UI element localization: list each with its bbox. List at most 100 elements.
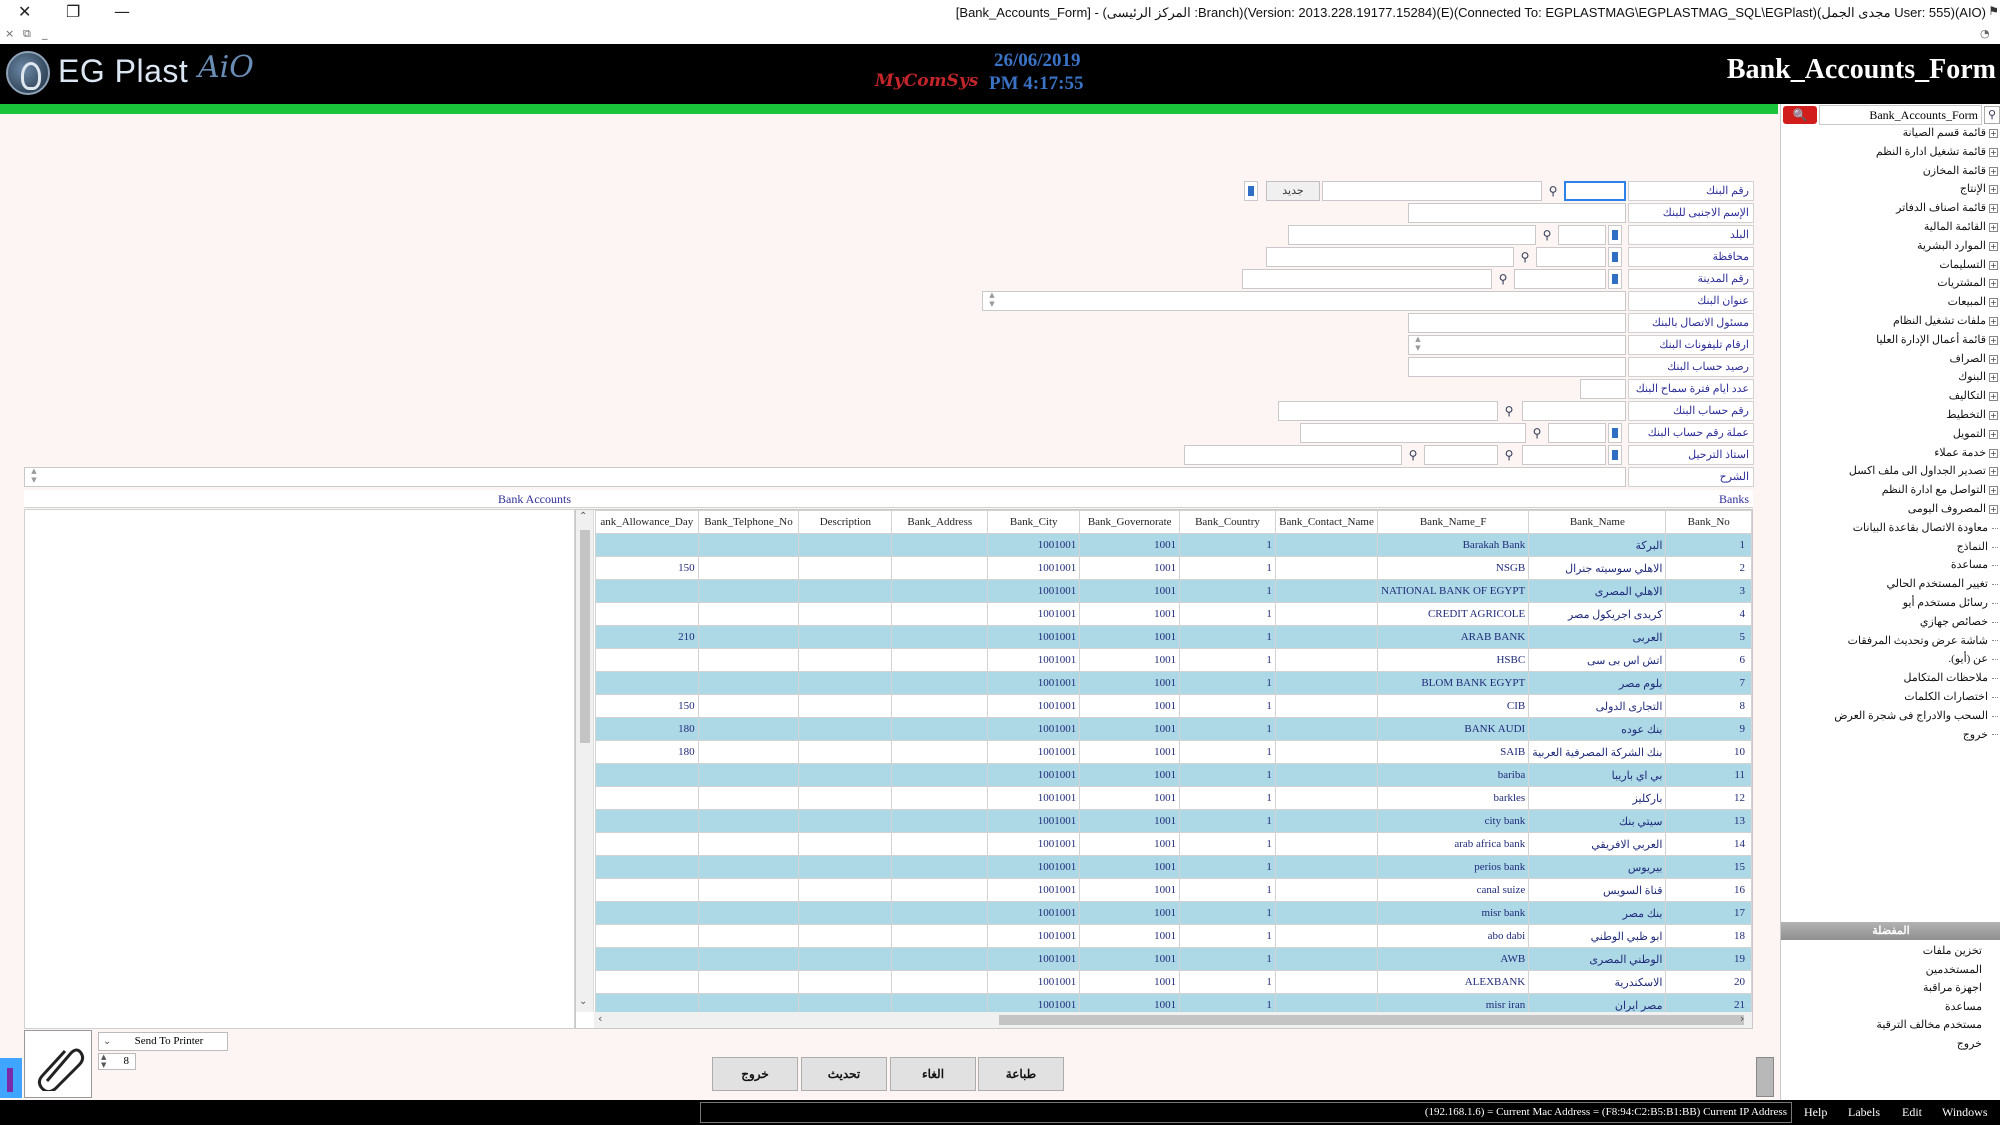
scroll-up-icon[interactable]: ⌃ — [579, 511, 587, 522]
table-row[interactable]: 1001001 1001 1 AWB الوطني المصرى 19 — [595, 947, 1752, 971]
menu-windows[interactable]: Windows — [1942, 1105, 1988, 1120]
governorate-search-icon[interactable]: ⚲ — [1516, 247, 1534, 267]
expand-icon[interactable]: + — [1989, 410, 1998, 420]
expand-icon[interactable]: + — [1989, 392, 1998, 402]
nav-tree-item[interactable]: +قائمة تشغيل ادارة النظم — [1782, 145, 1998, 164]
new-button[interactable]: جديد — [1266, 181, 1320, 201]
favorite-item[interactable]: مستخدم مخالف الترقية — [1876, 1018, 1982, 1037]
expand-icon[interactable]: + — [1989, 166, 1998, 176]
table-row[interactable]: 150 1001001 1001 1 NSGB الاهلي سوسيته جنرال 2 — [595, 556, 1752, 580]
column-header[interactable]: Description — [798, 510, 893, 534]
table-row[interactable]: 1001001 1001 1 BLOM BANK EGYPT بلوم مصر 7 — [595, 671, 1752, 695]
phones-input[interactable] — [1408, 335, 1626, 355]
refresh-button[interactable]: تحديث — [801, 1057, 887, 1091]
table-row[interactable]: 1001001 1001 1 NATIONAL BANK OF EGYPT الاهلي… — [595, 579, 1752, 603]
nav-tree-item[interactable]: +خدمة عملاء — [1782, 446, 1998, 465]
city-search-icon[interactable]: ⚲ — [1494, 269, 1512, 289]
search-icon[interactable]: ⚲ — [1984, 106, 2000, 124]
table-row[interactable]: 180 1001001 1001 1 SAIB بنك الشركة المصرفية ا… — [595, 740, 1752, 764]
table-row[interactable]: 1001001 1001 1 barkles باركليز 12 — [595, 786, 1752, 810]
posting-search-icon[interactable]: ⚲ — [1500, 445, 1518, 465]
banks-grid[interactable]: ⌃ ⌄ ank_Allowance_Day Bank_Telphone_No Des… — [575, 509, 1753, 1029]
posting-name-input[interactable] — [1184, 445, 1402, 465]
column-header[interactable]: Bank_Name — [1528, 510, 1667, 534]
expand-icon[interactable]: + — [1989, 316, 1998, 326]
stepper-icon[interactable]: ▲ ▼ — [101, 1053, 106, 1069]
country-name-input[interactable] — [1288, 225, 1536, 245]
governorate-name-input[interactable] — [1266, 247, 1514, 267]
table-row[interactable]: 1001001 1001 1 arab africa bank العربي الافر… — [595, 832, 1752, 856]
expand-icon[interactable]: + — [1989, 128, 1998, 138]
table-row[interactable]: 1001001 1001 1 city bank سيتي بنك 13 — [595, 809, 1752, 833]
table-row[interactable]: 1001001 1001 1 misr bank بنك مصر 17 — [595, 901, 1752, 925]
close-icon[interactable]: ✕ — [18, 2, 31, 21]
currency-search-icon[interactable]: ⚲ — [1528, 423, 1546, 443]
mdi-minimize-icon[interactable]: _ — [42, 27, 48, 40]
expand-icon[interactable]: + — [1989, 185, 1998, 195]
foreign-name-input[interactable] — [1408, 203, 1626, 223]
allowance-days-input[interactable] — [1580, 379, 1626, 399]
favorite-item[interactable]: تخزين ملفات — [1876, 944, 1982, 963]
nav-tree-item[interactable]: +المشتريات — [1782, 276, 1998, 295]
favorite-item[interactable]: خروج — [1876, 1037, 1982, 1056]
city-name-input[interactable] — [1242, 269, 1492, 289]
nav-tree-item[interactable]: +تصدير الجداول الى ملف اكسل — [1782, 464, 1998, 483]
description-input[interactable] — [24, 467, 1626, 487]
nav-tree-item[interactable]: +التمويل — [1782, 427, 1998, 446]
attachment-button[interactable] — [24, 1030, 92, 1098]
table-row[interactable]: 1001001 1001 1 abo dabi ابو ظبي الوطني 18 — [595, 924, 1752, 948]
expand-icon[interactable]: + — [1989, 147, 1998, 157]
posting-sub-input[interactable] — [1424, 445, 1498, 465]
address-spin-icon[interactable]: ▲ ▼ — [986, 291, 998, 311]
app-settings-icon[interactable]: ◔ — [1980, 27, 1990, 40]
expand-icon[interactable]: + — [1989, 335, 1998, 345]
table-row[interactable]: 1001001 1001 1 CREDIT AGRICOLE كريدى اجريكول… — [595, 602, 1752, 626]
nav-tree-item[interactable]: +القائمة المالية — [1782, 220, 1998, 239]
nav-tree-item[interactable]: رسائل مستخدم أيو — [1782, 596, 1998, 615]
expand-icon[interactable]: + — [1989, 354, 1998, 364]
print-button[interactable]: طباعة — [978, 1057, 1064, 1091]
currency-dropdown[interactable] — [1608, 423, 1622, 443]
nav-tree-item[interactable]: +التسليمات — [1782, 258, 1998, 277]
nav-tree-item[interactable]: +قائمة قسم الصيانة — [1782, 126, 1998, 145]
table-row[interactable]: 1001001 1001 1 ALEXBANK الاسكندرية 20 — [595, 970, 1752, 994]
nav-tree-item[interactable]: +الصراف — [1782, 352, 1998, 371]
table-row[interactable]: 1001001 1001 1 Barakah Bank البركة 1 — [595, 533, 1752, 557]
expand-icon[interactable]: + — [1989, 241, 1998, 251]
menu-edit[interactable]: Edit — [1902, 1105, 1922, 1120]
menu-labels[interactable]: Labels — [1848, 1105, 1880, 1120]
nav-tree-item[interactable]: السحب والادراج فى شجرة العرض — [1782, 709, 1998, 728]
nav-search-input[interactable] — [1819, 105, 1982, 125]
description-spin-icon[interactable]: ▲ ▼ — [28, 467, 40, 487]
favorite-item[interactable]: مساعدة — [1876, 1000, 1982, 1019]
contact-input[interactable] — [1408, 313, 1626, 333]
city-dropdown[interactable] — [1608, 269, 1622, 289]
nav-tree-item[interactable]: +ملفات تشغيل النظام — [1782, 314, 1998, 333]
nav-tree-item[interactable]: معاودة الاتصال بقاعدة البيانات — [1782, 521, 1998, 540]
printer-select[interactable]: ⌄ Send To Printer — [98, 1032, 228, 1051]
expand-icon[interactable]: + — [1989, 204, 1998, 214]
column-header[interactable]: Bank_Governorate — [1079, 510, 1181, 534]
search-button[interactable]: 🔍 — [1783, 106, 1817, 124]
nav-tree-item[interactable]: +قائمة اصناف الدفاتر — [1782, 201, 1998, 220]
table-row[interactable]: 1001001 1001 1 canal suize قناة السويس 16 — [595, 878, 1752, 902]
nav-tree-item[interactable]: عن (أيو). — [1782, 652, 1998, 671]
mdi-restore-icon[interactable]: ⧉ — [23, 27, 31, 41]
scroll-thumb[interactable] — [580, 530, 590, 743]
nav-tree-item[interactable]: +التواصل مع ادارة النظم — [1782, 483, 1998, 502]
governorate-dropdown[interactable] — [1608, 247, 1622, 267]
account-search-icon[interactable]: ⚲ — [1500, 401, 1518, 421]
nav-tree-item[interactable]: خصائص جهازي — [1782, 615, 1998, 634]
menu-help[interactable]: Help — [1804, 1105, 1827, 1120]
expand-icon[interactable]: + — [1989, 429, 1998, 439]
grid-vertical-scrollbar[interactable]: ⌃ ⌄ — [576, 510, 594, 1012]
phones-spin-icon[interactable]: ▲ ▼ — [1412, 335, 1424, 355]
h-scroll-thumb[interactable] — [999, 1015, 1744, 1025]
column-header[interactable]: Bank_Address — [891, 510, 989, 534]
exit-button[interactable]: خروج — [712, 1057, 798, 1091]
nav-tree-item[interactable]: +الإنتاج — [1782, 182, 1998, 201]
column-header[interactable]: ank_Allowance_Day — [595, 510, 699, 534]
column-header[interactable]: Bank_Contact_Name — [1274, 510, 1379, 534]
nav-tree-item[interactable]: +المبيعات — [1782, 295, 1998, 314]
currency-code-input[interactable] — [1548, 423, 1606, 443]
